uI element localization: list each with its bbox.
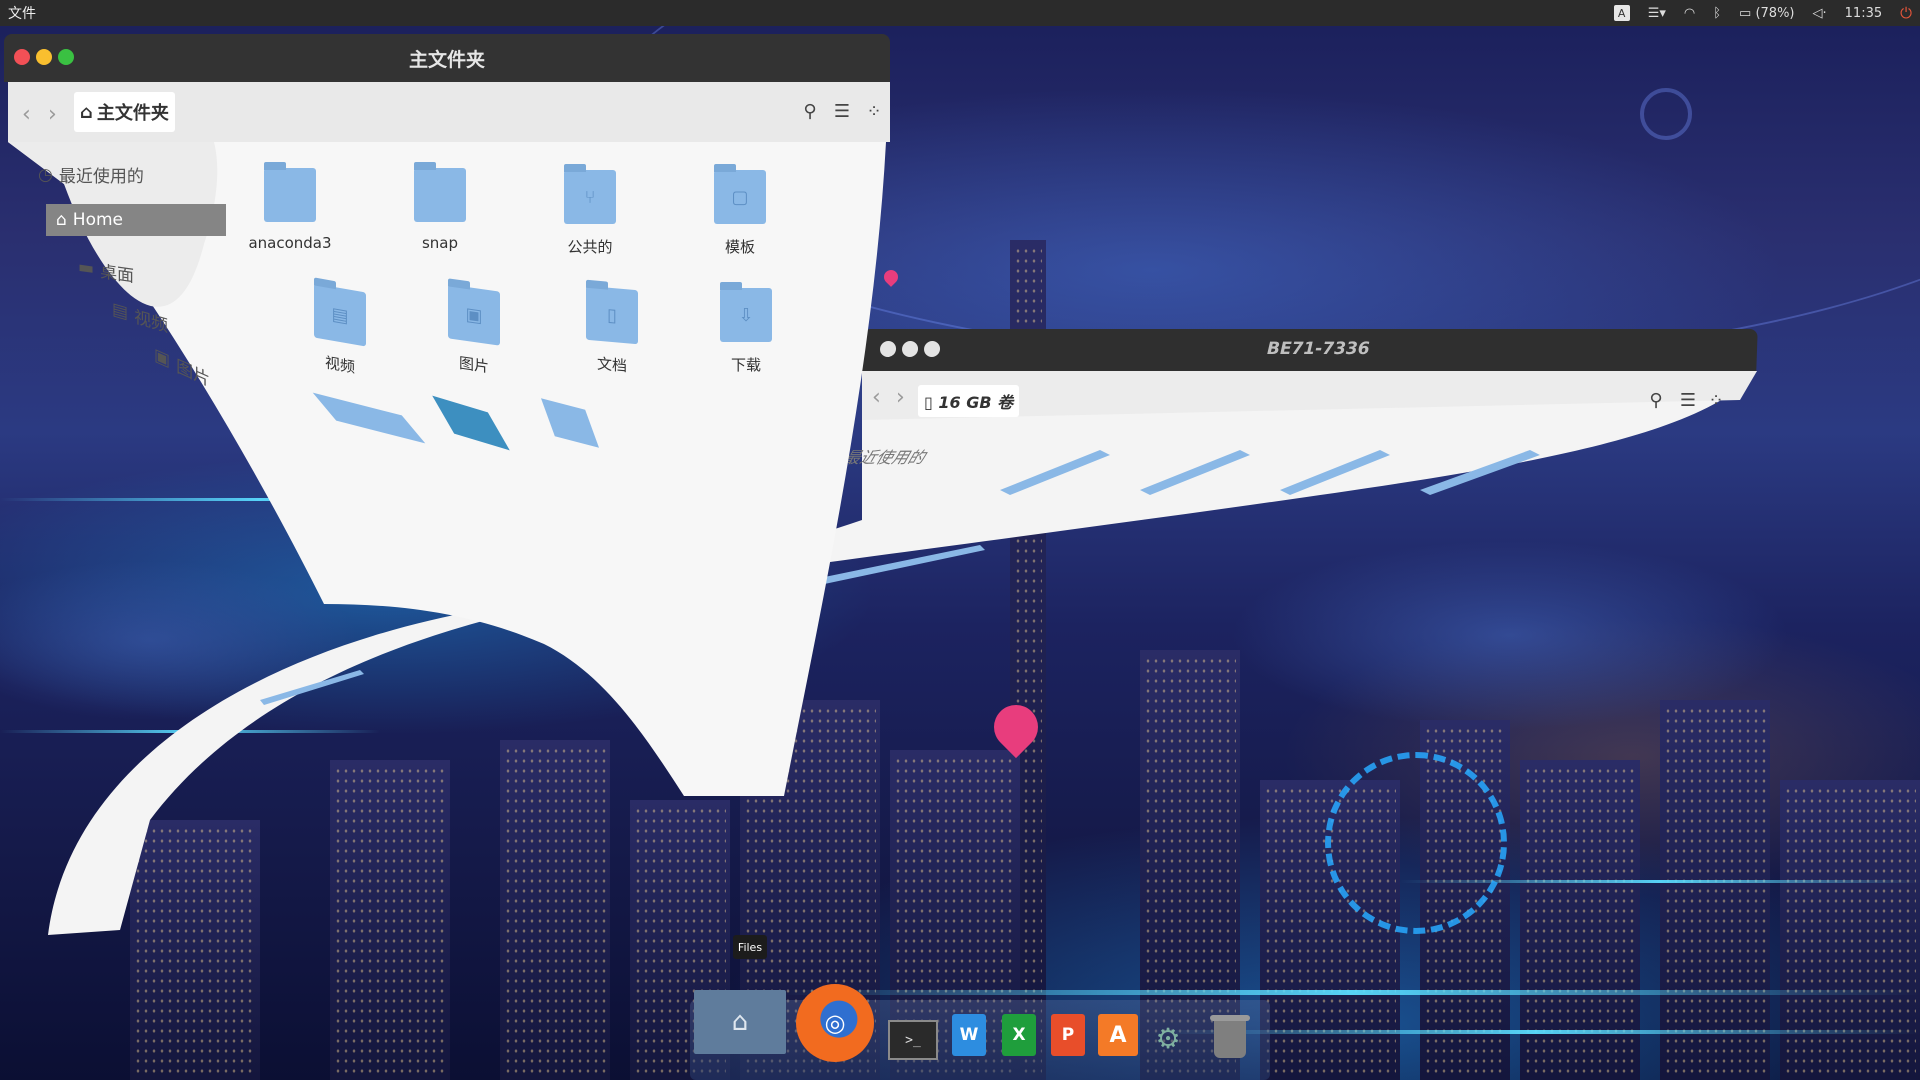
dock-firefox[interactable]: ◎ xyxy=(796,984,874,1062)
folder-label: snap xyxy=(421,234,459,252)
dock: ⌂ ◎ >_ W X P A ⚙ xyxy=(690,980,1270,1080)
folder-documents[interactable]: ▯ 文档 xyxy=(552,283,672,380)
sidebar-item-label: Home xyxy=(72,210,123,230)
battery-percentage: (78%) xyxy=(1755,5,1795,21)
film-icon: ▤ xyxy=(112,298,129,324)
minimize-button[interactable] xyxy=(36,49,52,65)
home-window-title: 主文件夹 xyxy=(408,48,485,71)
folder-icon: ▣ xyxy=(448,284,500,346)
folder-snap[interactable]: snap xyxy=(380,162,500,252)
volume-path-button[interactable]: ▯ 16 GB 卷 xyxy=(918,385,1020,417)
grid-view-icon[interactable]: ⁘ xyxy=(1702,383,1730,417)
minimize-button[interactable] xyxy=(901,341,919,357)
volume-window-titlebar[interactable]: BE71-7336 xyxy=(861,329,1758,371)
keyboard-layout-indicator[interactable]: A xyxy=(1613,5,1630,21)
menu-icon[interactable]: ☰▾ xyxy=(1648,6,1666,21)
folder-templates[interactable]: ▢ 模板 xyxy=(680,164,800,257)
folder-icon: ▬ xyxy=(78,256,95,279)
dock-trash[interactable] xyxy=(1210,1015,1250,1058)
volume-path-label: 16 GB 卷 xyxy=(938,393,1014,412)
share-icon: ⑂ xyxy=(584,186,596,208)
dock-files[interactable]: ⌂ xyxy=(694,990,786,1054)
folder-icon: ▯ xyxy=(586,285,638,345)
home-path-button[interactable]: ⌂ 主文件夹 xyxy=(74,92,175,132)
folder-icon xyxy=(414,162,466,222)
sidebar-item-home[interactable]: ⌂ Home xyxy=(46,204,226,236)
home-window-titlebar[interactable]: 主文件夹 xyxy=(4,34,890,82)
clock-icon: ◷ xyxy=(38,164,53,185)
home-icon: ⌂ xyxy=(80,101,93,123)
maximize-button[interactable] xyxy=(923,341,941,357)
firefox-icon: ◎ xyxy=(824,1009,846,1037)
folder-anaconda3[interactable]: anaconda3 xyxy=(230,162,350,252)
grid-view-icon[interactable]: ⁘ xyxy=(860,94,888,128)
gear-icon: ⚙ xyxy=(1155,1021,1181,1055)
forward-icon[interactable]: › xyxy=(896,385,905,410)
drive-icon: ▯ xyxy=(924,393,933,412)
maximize-button[interactable] xyxy=(58,49,74,65)
dock-software-center[interactable]: A xyxy=(1098,1014,1138,1056)
dock-system-settings[interactable]: ⚙ xyxy=(1148,1020,1188,1056)
folder-label: 公共的 xyxy=(567,238,613,256)
dock-terminal[interactable]: >_ xyxy=(888,1020,938,1060)
sidebar-item-label: 最近使用的 xyxy=(58,167,144,187)
home-path-label: 主文件夹 xyxy=(96,103,169,124)
image-icon: ▣ xyxy=(465,303,483,327)
search-icon[interactable]: ⚲ xyxy=(796,94,824,128)
clock[interactable]: 11:35 xyxy=(1845,6,1882,21)
image-icon: ▣ xyxy=(154,344,171,372)
power-icon[interactable]: ⏻ xyxy=(1900,4,1912,22)
template-icon: ▢ xyxy=(731,186,749,208)
forward-icon[interactable]: › xyxy=(48,102,57,127)
home-window: 主文件夹 ‹ › ⌂ 主文件夹 ⚲ ☰ ⁘ ◷ 最近使用的 ⌂ Home ▬ 桌… xyxy=(4,34,890,804)
dock-wps-presentation[interactable]: P xyxy=(1051,1014,1085,1056)
volume-window-toolbar: ‹ › ▯ 16 GB 卷 ⚲ ☰ ⁘ xyxy=(862,371,1757,427)
search-icon[interactable]: ⚲ xyxy=(1642,383,1670,417)
film-icon: ▤ xyxy=(331,302,349,327)
folder-icon: ▤ xyxy=(314,283,366,347)
download-icon: ⇩ xyxy=(738,304,754,326)
back-icon[interactable]: ‹ xyxy=(22,102,31,127)
dock-tooltip: Files xyxy=(733,935,767,959)
document-icon: ▯ xyxy=(607,304,617,326)
dock-wps-spreadsheets[interactable]: X xyxy=(1002,1014,1036,1056)
home-icon: ⌂ xyxy=(56,210,67,230)
sidebar-item-recent[interactable]: ◷ 最近使用的 xyxy=(38,162,144,188)
folder-pictures[interactable]: ▣ 图片 xyxy=(414,280,534,384)
battery-icon: ▭ xyxy=(1739,5,1752,21)
home-icon: ⌂ xyxy=(731,1007,749,1037)
folder-label: 下载 xyxy=(730,356,761,374)
close-button[interactable] xyxy=(14,49,30,65)
wifi-icon[interactable]: ◠ xyxy=(1684,6,1695,21)
top-panel: 文件 A ☰▾ ◠ ᛒ ▭ (78%) ◁· 11:35 ⏻ xyxy=(0,0,1920,26)
folder-icon: ▢ xyxy=(714,164,766,224)
folder-label: anaconda3 xyxy=(248,234,332,252)
app-menu[interactable]: 文件 xyxy=(0,3,36,23)
folder-icon: ⇩ xyxy=(720,282,772,342)
dock-wps-writer[interactable]: W xyxy=(952,1014,986,1056)
volume-window-title: BE71-7336 xyxy=(1266,339,1370,359)
list-view-icon[interactable]: ☰ xyxy=(828,94,856,128)
sidebar-item-label: 桌面 xyxy=(100,262,135,287)
battery-indicator[interactable]: ▭ (78%) xyxy=(1739,6,1794,21)
folder-icon: ⑂ xyxy=(564,164,616,224)
window-controls xyxy=(14,49,74,65)
folder-public[interactable]: ⑂ 公共的 xyxy=(530,164,650,257)
list-view-icon[interactable]: ☰ xyxy=(1674,383,1702,417)
folder-icon xyxy=(264,162,316,222)
bluetooth-icon[interactable]: ᛒ xyxy=(1713,6,1721,21)
folder-downloads[interactable]: ⇩ 下载 xyxy=(686,282,806,375)
folder-label: 模板 xyxy=(724,238,755,256)
volume-icon[interactable]: ◁· xyxy=(1813,6,1827,21)
home-window-toolbar: ‹ › ⌂ 主文件夹 ⚲ ☰ ⁘ xyxy=(8,82,890,142)
panel-indicators: A ☰▾ ◠ ᛒ ▭ (78%) ◁· 11:35 ⏻ xyxy=(1613,4,1920,22)
